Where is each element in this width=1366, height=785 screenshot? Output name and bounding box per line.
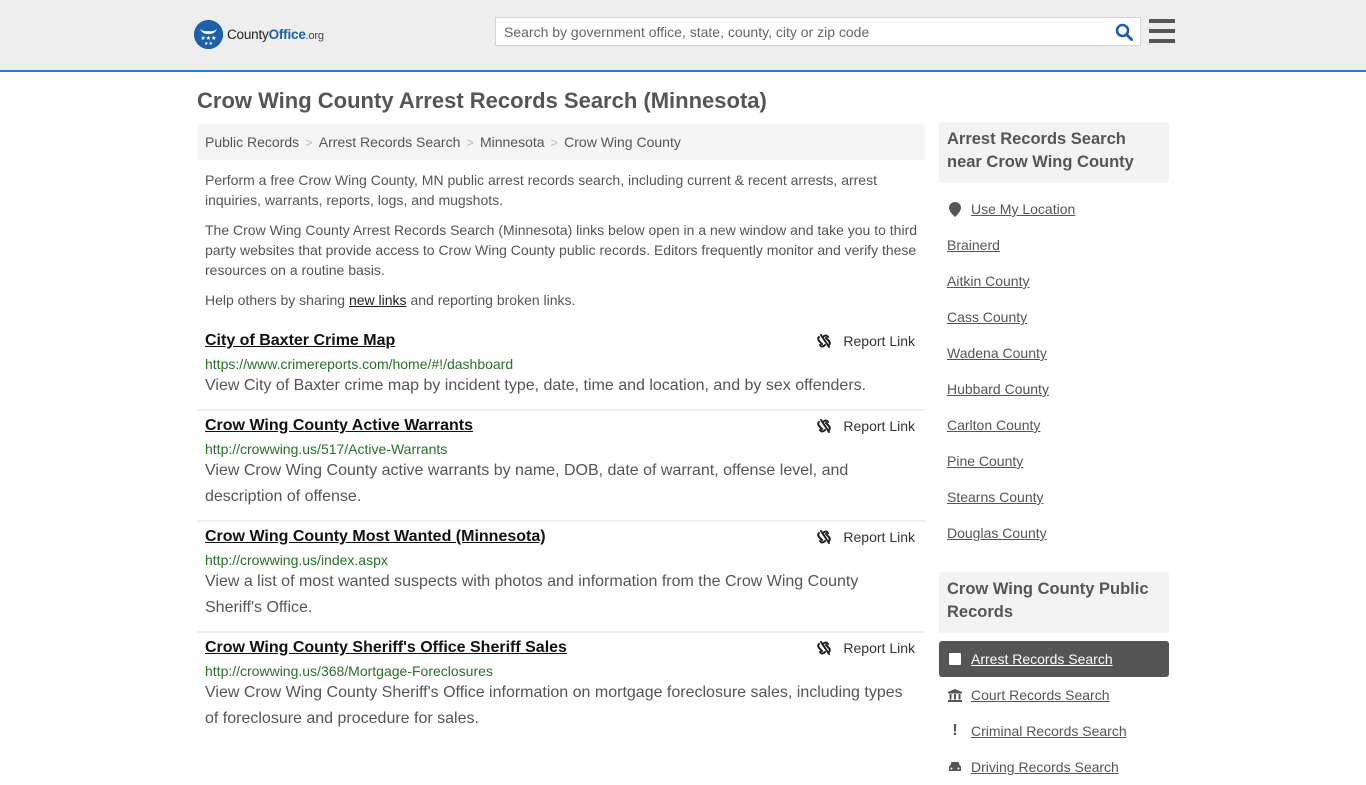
- nearby-item[interactable]: Douglas County: [939, 515, 1169, 551]
- broken-link-icon: [817, 641, 832, 655]
- use-my-location-link[interactable]: Use My Location: [971, 201, 1075, 217]
- nearby-link-douglas-county[interactable]: Douglas County: [947, 525, 1047, 541]
- driving-records-search-link[interactable]: Driving Records Search: [971, 759, 1119, 775]
- logo[interactable]: ★★★ ★★ CountyOffice.org: [194, 20, 324, 49]
- result-title-link[interactable]: Crow Wing County Sheriff's Office Sherif…: [205, 639, 567, 657]
- logo-text: CountyOffice.org: [227, 27, 324, 42]
- breadcrumb-arrest-records-search[interactable]: Arrest Records Search: [319, 134, 461, 150]
- map-marker-icon: [947, 201, 963, 217]
- nearby-heading: Arrest Records Search near Crow Wing Cou…: [939, 122, 1169, 183]
- broken-link-icon: [817, 334, 832, 348]
- report-link-button[interactable]: Report Link: [816, 640, 915, 656]
- site-header: ★★★ ★★ CountyOffice.org: [0, 0, 1366, 72]
- intro-paragraph-3: Help others by sharing new links and rep…: [205, 292, 576, 308]
- nearby-panel: Arrest Records Search near Crow Wing Cou…: [939, 122, 1169, 551]
- search-box: [495, 17, 1141, 46]
- result-item: Crow Wing County Most Wanted (Minnesota)…: [197, 522, 925, 633]
- court-records-search-link[interactable]: Court Records Search: [971, 687, 1110, 703]
- breadcrumb-separator: >: [550, 135, 559, 150]
- result-title-link[interactable]: Crow Wing County Active Warrants: [205, 417, 473, 435]
- public-records-list: Arrest Records Search Court Records Sear…: [939, 641, 1169, 785]
- courthouse-icon: [947, 688, 963, 702]
- public-records-item-criminal[interactable]: ! Criminal Records Search: [939, 713, 1169, 749]
- result-title-link[interactable]: City of Baxter Crime Map: [205, 332, 395, 350]
- nearby-link-hubbard-county[interactable]: Hubbard County: [947, 381, 1049, 397]
- result-url: http://crowwing.us/517/Active-Warrants: [205, 441, 448, 457]
- nearby-link-cass-county[interactable]: Cass County: [947, 309, 1027, 325]
- result-title-link[interactable]: Crow Wing County Most Wanted (Minnesota): [205, 528, 546, 546]
- nearby-link-pine-county[interactable]: Pine County: [947, 453, 1023, 469]
- nearby-link-brainerd[interactable]: Brainerd: [947, 237, 1000, 253]
- nearby-link-stearns-county[interactable]: Stearns County: [947, 489, 1044, 505]
- intro-paragraph-2: The Crow Wing County Arrest Records Sear…: [205, 222, 918, 278]
- nearby-item[interactable]: Hubbard County: [939, 371, 1169, 407]
- svg-text:★★: ★★: [204, 41, 213, 47]
- report-link-button[interactable]: Report Link: [816, 418, 915, 434]
- breadcrumb-separator: >: [466, 135, 474, 150]
- public-records-item-court[interactable]: Court Records Search: [939, 677, 1169, 713]
- nearby-item[interactable]: Brainerd: [939, 227, 1169, 263]
- result-description: View a list of most wanted suspects with…: [205, 573, 859, 616]
- nearby-link-wadena-county[interactable]: Wadena County: [947, 345, 1047, 361]
- public-records-item-driving[interactable]: Driving Records Search: [939, 749, 1169, 785]
- nearby-link-carlton-county[interactable]: Carlton County: [947, 417, 1040, 433]
- search-icon: [1115, 23, 1133, 41]
- nearby-item[interactable]: Aitkin County: [939, 263, 1169, 299]
- result-url: https://www.crimereports.com/home/#!/das…: [205, 356, 514, 372]
- breadcrumb-current: Crow Wing County: [564, 134, 681, 150]
- search-button[interactable]: [1108, 18, 1140, 45]
- car-icon: [947, 761, 963, 773]
- breadcrumb-separator: >: [305, 135, 313, 150]
- use-my-location[interactable]: Use My Location: [939, 191, 1169, 227]
- eagle-logo-icon: ★★★ ★★: [194, 20, 223, 49]
- arrest-records-search-link[interactable]: Arrest Records Search: [971, 651, 1113, 667]
- broken-link-icon: [817, 419, 832, 433]
- public-records-item-arrest[interactable]: Arrest Records Search: [939, 641, 1169, 677]
- nearby-item[interactable]: Pine County: [939, 443, 1169, 479]
- exclamation-icon: !: [952, 722, 958, 739]
- result-item: City of Baxter Crime Map Report Link htt…: [197, 326, 925, 411]
- broken-link-icon: [817, 530, 832, 544]
- report-link-button[interactable]: Report Link: [816, 529, 915, 545]
- result-url: http://crowwing.us/index.aspx: [205, 552, 388, 568]
- result-description: View Crow Wing County Sheriff's Office i…: [205, 684, 903, 727]
- intro-paragraph-1: Perform a free Crow Wing County, MN publ…: [205, 172, 877, 208]
- public-records-heading: Crow Wing County Public Records: [939, 572, 1169, 633]
- nearby-list: Use My Location Brainerd Aitkin County C…: [939, 191, 1169, 551]
- intro-text: Perform a free Crow Wing County, MN publ…: [205, 170, 920, 320]
- breadcrumb-public-records[interactable]: Public Records: [205, 134, 299, 150]
- search-input[interactable]: [496, 18, 1108, 45]
- result-item: Crow Wing County Sheriff's Office Sherif…: [197, 633, 925, 742]
- report-link-button[interactable]: Report Link: [816, 333, 915, 349]
- square-icon: [947, 653, 963, 665]
- hamburger-menu-icon[interactable]: [1149, 19, 1175, 43]
- public-records-panel: Crow Wing County Public Records Arrest R…: [939, 572, 1169, 785]
- nearby-link-aitkin-county[interactable]: Aitkin County: [947, 273, 1029, 289]
- results-list: City of Baxter Crime Map Report Link htt…: [197, 326, 925, 742]
- result-description: View City of Baxter crime map by inciden…: [205, 377, 867, 394]
- nearby-item[interactable]: Wadena County: [939, 335, 1169, 371]
- breadcrumb-minnesota[interactable]: Minnesota: [480, 134, 545, 150]
- criminal-records-search-link[interactable]: Criminal Records Search: [971, 723, 1127, 739]
- breadcrumb: Public Records > Arrest Records Search > Min…: [197, 124, 925, 160]
- result-item: Crow Wing County Active Warrants Report …: [197, 411, 925, 522]
- result-url: http://crowwing.us/368/Mortgage-Foreclos…: [205, 663, 493, 679]
- page-title: Crow Wing County Arrest Records Search (…: [197, 88, 767, 113]
- new-links-link[interactable]: new links: [349, 292, 407, 308]
- nearby-item[interactable]: Stearns County: [939, 479, 1169, 515]
- result-description: View Crow Wing County active warrants by…: [205, 462, 849, 505]
- nearby-item[interactable]: Carlton County: [939, 407, 1169, 443]
- nearby-item[interactable]: Cass County: [939, 299, 1169, 335]
